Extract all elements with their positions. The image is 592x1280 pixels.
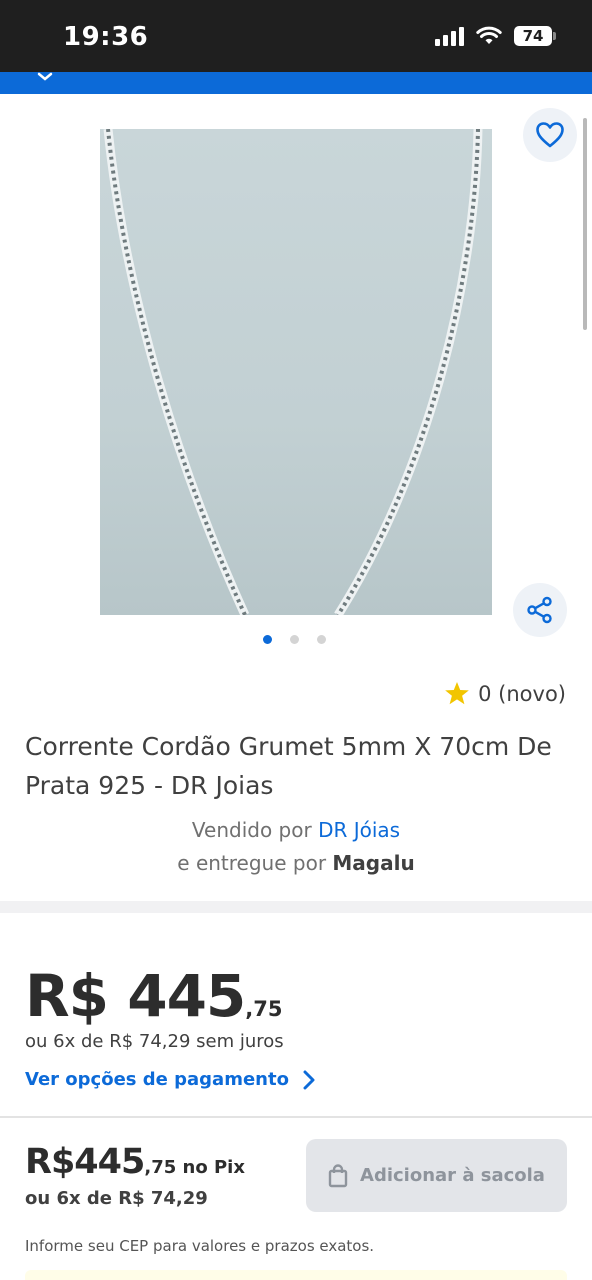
- pix-label: no Pix: [176, 1157, 245, 1178]
- seller-info: Vendido por DR Jóias e entregue por Maga…: [0, 814, 592, 880]
- battery-icon: 74: [514, 26, 556, 46]
- product-rating[interactable]: 0 (novo): [444, 681, 566, 706]
- product-image[interactable]: [100, 129, 492, 615]
- installments-text: ou 6x de R$ 74,29 sem juros: [25, 1031, 284, 1052]
- shopping-bag-icon: [328, 1163, 348, 1187]
- add-to-bag-label: Adicionar à sacola: [360, 1165, 545, 1186]
- carousel-dot[interactable]: [263, 635, 272, 644]
- bottom-installments: ou 6x de R$ 74,29: [25, 1188, 208, 1209]
- product-title: Corrente Cordão Grumet 5mm X 70cm De Pra…: [25, 732, 552, 800]
- payment-options-label: Ver opções de pagamento: [25, 1069, 289, 1090]
- star-icon: [445, 682, 469, 705]
- status-bar: 19:36 74: [0, 0, 592, 72]
- pix-price-main: R$445: [25, 1142, 145, 1182]
- carousel-indicators: [263, 635, 326, 644]
- delivered-by-name: Magalu: [332, 851, 415, 875]
- pix-price: R$445,75 no Pix: [25, 1142, 245, 1182]
- scrollbar[interactable]: [583, 118, 587, 330]
- carousel-dot[interactable]: [317, 635, 326, 644]
- chevron-down-icon[interactable]: [36, 72, 54, 82]
- necklace-chain-image: [103, 129, 483, 615]
- pix-price-cents: ,75: [144, 1157, 177, 1178]
- add-to-bag-button[interactable]: Adicionar à sacola: [306, 1139, 567, 1212]
- product-price: R$ 445,75: [25, 962, 282, 1030]
- price-cents: ,75: [245, 997, 283, 1021]
- bottom-purchase-bar: R$445,75 no Pix ou 6x de R$ 74,29 Adicio…: [0, 1116, 592, 1280]
- cellular-signal-icon: [435, 26, 464, 46]
- status-time: 19:36: [63, 22, 149, 52]
- chevron-right-icon: [303, 1070, 315, 1089]
- share-icon: [527, 596, 552, 624]
- product-gallery[interactable]: [0, 94, 592, 664]
- share-button[interactable]: [513, 583, 567, 637]
- delivered-by-label: e entregue por: [177, 851, 327, 875]
- status-icons: 74: [435, 26, 556, 46]
- seller-link[interactable]: DR Jóias: [318, 818, 400, 842]
- section-divider: [0, 901, 592, 913]
- notice-strip: [25, 1270, 567, 1280]
- rating-text: 0 (novo): [478, 681, 566, 706]
- cep-note: Informe seu CEP para valores e prazos ex…: [25, 1237, 375, 1255]
- heart-icon: [536, 122, 564, 148]
- sold-by-label: Vendido por: [191, 818, 312, 842]
- payment-options-link[interactable]: Ver opções de pagamento: [25, 1069, 315, 1090]
- price-main: R$ 445: [25, 962, 246, 1030]
- carousel-dot[interactable]: [290, 635, 299, 644]
- favorite-button[interactable]: [523, 108, 577, 162]
- header-bar: [0, 72, 592, 94]
- wifi-icon: [476, 26, 502, 44]
